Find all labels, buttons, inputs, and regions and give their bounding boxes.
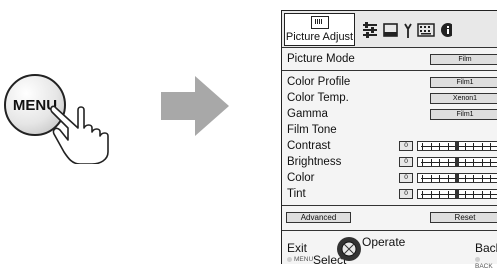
divider <box>282 205 497 206</box>
footer-guide: Exit MENU Select Operate Back BACK <box>282 235 497 270</box>
arrow-right-icon <box>161 76 229 136</box>
gamma-row[interactable]: Gamma Film1 <box>282 106 497 122</box>
color-value: 0 <box>399 173 413 183</box>
slider-tick <box>439 175 440 182</box>
slider-tick <box>447 143 449 150</box>
advanced-button[interactable]: Advanced <box>286 212 351 223</box>
back-label: Back <box>475 241 497 255</box>
keyboard-icon[interactable] <box>417 21 435 39</box>
color-profile-label: Color Profile <box>287 76 351 88</box>
slider-knob[interactable] <box>455 190 459 198</box>
slider-tick <box>481 143 483 150</box>
osd-menu-panel: Picture Adjust Picture Mode Film Color P <box>281 10 497 270</box>
tab-bar: Picture Adjust <box>282 11 497 48</box>
slider-tick <box>447 191 449 198</box>
tint-row[interactable]: Tint 0 <box>282 186 497 202</box>
dial-icon <box>337 237 361 261</box>
color-temp-label: Color Temp. <box>287 92 349 104</box>
button-row: Advanced Reset <box>282 209 497 225</box>
slider-knob[interactable] <box>455 158 459 166</box>
gamma-value[interactable]: Film1 <box>430 109 497 120</box>
color-slider[interactable] <box>417 173 497 183</box>
antenna-icon[interactable] <box>403 21 413 39</box>
brightness-label: Brightness <box>287 156 342 168</box>
exit-label: Exit <box>287 241 308 255</box>
picture-mode-label: Picture Mode <box>287 53 355 65</box>
slider-tick <box>439 159 440 166</box>
color-profile-value[interactable]: Film1 <box>430 77 497 88</box>
display-icon[interactable] <box>383 21 398 39</box>
exit-key: MENU <box>294 256 314 263</box>
slider-knob[interactable] <box>455 174 459 182</box>
slider-tick <box>430 143 432 150</box>
tint-value: 0 <box>399 189 413 199</box>
divider <box>282 230 497 231</box>
back-key-hint: BACK <box>475 256 497 270</box>
slider-tick <box>490 191 491 198</box>
slider-tick <box>473 143 474 150</box>
slider-tick <box>464 191 466 198</box>
operate-label: Operate <box>362 235 406 249</box>
exit-key-hint: MENU <box>287 256 313 263</box>
brightness-row[interactable]: Brightness 0 <box>282 154 497 170</box>
color-temp-row[interactable]: Color Temp. Xenon1 <box>282 90 497 106</box>
reset-button[interactable]: Reset <box>430 212 497 223</box>
sliders-icon[interactable] <box>362 21 378 39</box>
slider-tick <box>422 191 423 198</box>
divider <box>282 70 497 71</box>
gamma-label: Gamma <box>287 108 328 120</box>
slider-tick <box>481 191 483 198</box>
slider-tick <box>422 175 423 182</box>
color-row[interactable]: Color 0 <box>282 170 497 186</box>
color-temp-value[interactable]: Xenon1 <box>430 93 497 104</box>
slider-tick <box>430 175 432 182</box>
slider-tick <box>473 191 474 198</box>
slider-tick <box>481 159 483 166</box>
info-icon[interactable] <box>440 21 452 39</box>
slider-tick <box>464 175 466 182</box>
slider-tick <box>464 143 466 150</box>
slider-tick <box>464 159 466 166</box>
film-tone-label: Film Tone <box>287 124 337 136</box>
picture-mode-value[interactable]: Film <box>430 54 497 65</box>
contrast-row[interactable]: Contrast 0 <box>282 138 497 154</box>
slider-tick <box>473 159 474 166</box>
slider-tick <box>430 159 432 166</box>
contrast-slider[interactable] <box>417 141 497 151</box>
slider-tick <box>481 175 483 182</box>
tab-picture-adjust[interactable]: Picture Adjust <box>284 13 355 46</box>
tab-label: Picture Adjust <box>285 31 354 43</box>
brightness-value: 0 <box>399 157 413 167</box>
slider-tick <box>422 159 423 166</box>
color-profile-row[interactable]: Color Profile Film1 <box>282 74 497 90</box>
slider-tick <box>447 175 449 182</box>
slider-tick <box>430 191 432 198</box>
slider-tick <box>447 159 449 166</box>
film-tone-row[interactable]: Film Tone <box>282 122 497 138</box>
slider-tick <box>490 159 491 166</box>
color-label: Color <box>287 172 315 184</box>
slider-knob[interactable] <box>455 142 459 150</box>
slider-tick <box>490 143 491 150</box>
tint-slider[interactable] <box>417 189 497 199</box>
contrast-label: Contrast <box>287 140 331 152</box>
slider-tick <box>473 175 474 182</box>
contrast-value: 0 <box>399 141 413 151</box>
slider-tick <box>490 175 491 182</box>
brightness-slider[interactable] <box>417 157 497 167</box>
slider-tick <box>439 191 440 198</box>
picture-icon <box>310 16 329 29</box>
hand-pointer-icon <box>50 105 109 164</box>
picture-mode-row[interactable]: Picture Mode Film <box>282 51 497 67</box>
tint-label: Tint <box>287 188 306 200</box>
slider-tick <box>439 143 440 150</box>
back-key: BACK <box>475 263 493 270</box>
slider-tick <box>422 143 423 150</box>
